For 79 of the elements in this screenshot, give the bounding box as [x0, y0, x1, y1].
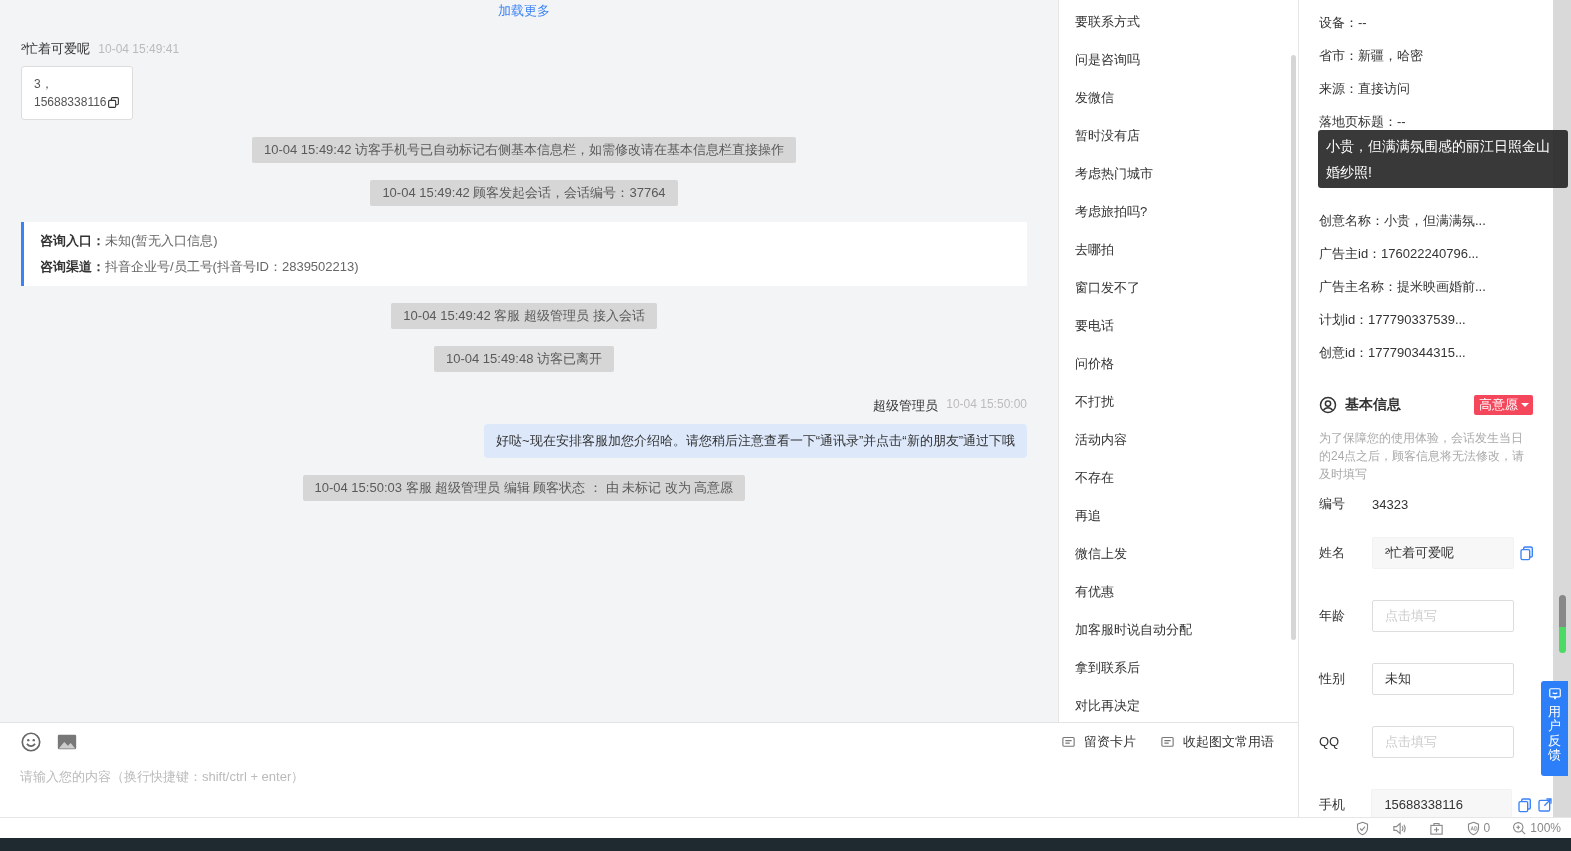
zoom-level[interactable]: 100%: [1530, 821, 1561, 835]
briefcase-icon[interactable]: [1428, 820, 1444, 836]
scrollbar[interactable]: [1291, 55, 1296, 640]
system-notice: 10-04 15:49:42 顾客发起会话，会话编号：37764: [370, 180, 678, 206]
visitor-info-row-text: 广告主名称：提米映画婚前...: [1319, 278, 1487, 296]
quick-reply-item[interactable]: 问是咨询吗: [1059, 41, 1298, 79]
visitor-info-row-text: 计划id：177790337539...: [1319, 311, 1467, 329]
message-icon: [1160, 734, 1175, 750]
message-input[interactable]: 请输入您的内容（换行快捷键：shift/ctrl + enter）: [20, 769, 620, 784]
notice-text: 为了保障您的使用体验，会话发生当日的24点之后，顾客信息将无法修改，请及时填写: [1319, 430, 1526, 483]
ad-block-icon[interactable]: [1465, 820, 1481, 836]
message-text: 15688338116: [34, 94, 107, 111]
visitor-info-row-text: 落地页标题：--: [1319, 113, 1407, 131]
external-link-icon[interactable]: [1537, 796, 1553, 813]
quick-reply-item[interactable]: 暂时没有店: [1059, 117, 1298, 155]
field-label: 年龄: [1319, 606, 1346, 625]
visitor-info-row-text: 广告主id：176022240796...: [1319, 245, 1480, 263]
quick-reply-item[interactable]: 不打扰: [1059, 383, 1298, 421]
quick-reply-item[interactable]: 再追: [1059, 497, 1298, 535]
info-label: 咨询渠道：: [40, 259, 105, 274]
ad-block-count: 0: [1483, 821, 1491, 835]
input-field[interactable]: 未知: [1372, 662, 1514, 695]
field-label: 性别: [1319, 669, 1346, 688]
message-text: 3，: [34, 76, 53, 93]
speaker-icon[interactable]: [1391, 820, 1407, 836]
visitor-info-row-text: 创意名称：小贵，但满满氛...: [1319, 212, 1487, 230]
message-bubble: 好哒~现在安排客服加您介绍哈。请您稍后注意查看一下“通讯录”并点击“新的朋友”通过下哦: [484, 424, 1027, 458]
system-notice: 10-04 15:49:48 访客已离开: [433, 346, 615, 372]
shield-icon[interactable]: [1354, 820, 1370, 836]
visitor-info-row-text: 设备：--: [1319, 14, 1368, 32]
readonly-field: 15688338116: [1371, 788, 1512, 817]
quick-reply-item[interactable]: 不存在: [1059, 459, 1298, 497]
feedback-button[interactable]: 用户反馈: [1541, 681, 1568, 776]
emoji-icon[interactable]: [20, 731, 42, 753]
visitor-info-row-text: 来源：直接访问: [1319, 80, 1411, 98]
field-label: QQ: [1319, 734, 1341, 749]
quick-reply-item[interactable]: 问价格: [1059, 345, 1298, 383]
chat-icon: [1547, 687, 1562, 701]
scrollbar[interactable]: [1559, 595, 1566, 653]
readonly-field: ²忙着可爱呢: [1372, 536, 1514, 569]
info-label: 咨询入口：: [40, 233, 105, 248]
field-label: 姓名: [1319, 543, 1346, 562]
quick-reply-item[interactable]: 微信上发: [1059, 535, 1298, 573]
field-label: 手机: [1319, 795, 1346, 814]
quick-reply-item[interactable]: 考虑旅拍吗?: [1059, 193, 1298, 231]
sender-name: ²忙着可爱呢: [21, 40, 91, 58]
message-time: 10-04 15:50:00: [946, 397, 1027, 413]
field-label: 编号: [1319, 495, 1346, 513]
message-time: 10-04 15:49:41: [98, 42, 180, 56]
system-notice: 10-04 15:49:42 客服 超级管理员 接入会话: [391, 303, 657, 329]
quick-reply-item[interactable]: 对比再决定: [1059, 687, 1298, 722]
load-more-link[interactable]: 加载更多: [498, 2, 550, 20]
quick-reply-item[interactable]: 活动内容: [1059, 421, 1298, 459]
quick-reply-item[interactable]: 发微信: [1059, 79, 1298, 117]
intent-dropdown[interactable]: 高意愿: [1474, 395, 1533, 415]
toolbar-button[interactable]: 留资卡片: [1061, 733, 1136, 751]
quick-reply-item[interactable]: 去哪拍: [1059, 231, 1298, 269]
info-value: 未知(暂无入口信息): [105, 233, 218, 248]
quick-reply-item[interactable]: 窗口发不了: [1059, 269, 1298, 307]
copy-icon[interactable]: [106, 95, 120, 109]
quick-reply-item[interactable]: 有优惠: [1059, 573, 1298, 611]
visitor-info-row-text: 创意id：177790344315...: [1319, 344, 1467, 362]
system-notice: 10-04 15:50:03 客服 超级管理员 编辑 顾客状态 ： 由 未标记 改为 高意愿: [302, 475, 746, 501]
info-value: 抖音企业号/员工号(抖音号ID：2839502213): [105, 259, 359, 274]
user-icon: [1319, 396, 1337, 414]
quick-reply-item[interactable]: 要联系方式: [1059, 3, 1298, 41]
message-icon: [1061, 734, 1076, 750]
quick-reply-item[interactable]: 拿到联系后: [1059, 649, 1298, 687]
tooltip: 小贵，但满满氛围感的丽江日照金山婚纱照!: [1318, 130, 1568, 188]
toolbar-button[interactable]: 收起图文常用语: [1160, 733, 1274, 751]
system-notice: 10-04 15:49:42 访客手机号已自动标记右侧基本信息栏，如需修改请在基本信息栏直接操作: [251, 137, 797, 163]
field-value: 34323: [1372, 496, 1409, 512]
quick-reply-item[interactable]: 考虑热门城市: [1059, 155, 1298, 193]
sender-name: 超级管理员: [873, 397, 939, 415]
section-title: 基本信息: [1345, 396, 1401, 414]
quick-reply-item[interactable]: 加客服时说自动分配: [1059, 611, 1298, 649]
zoom-in-icon[interactable]: [1512, 820, 1528, 836]
quick-reply-item[interactable]: 要电话: [1059, 307, 1298, 345]
visitor-info-row-text: 省市：新疆，哈密: [1319, 47, 1424, 65]
